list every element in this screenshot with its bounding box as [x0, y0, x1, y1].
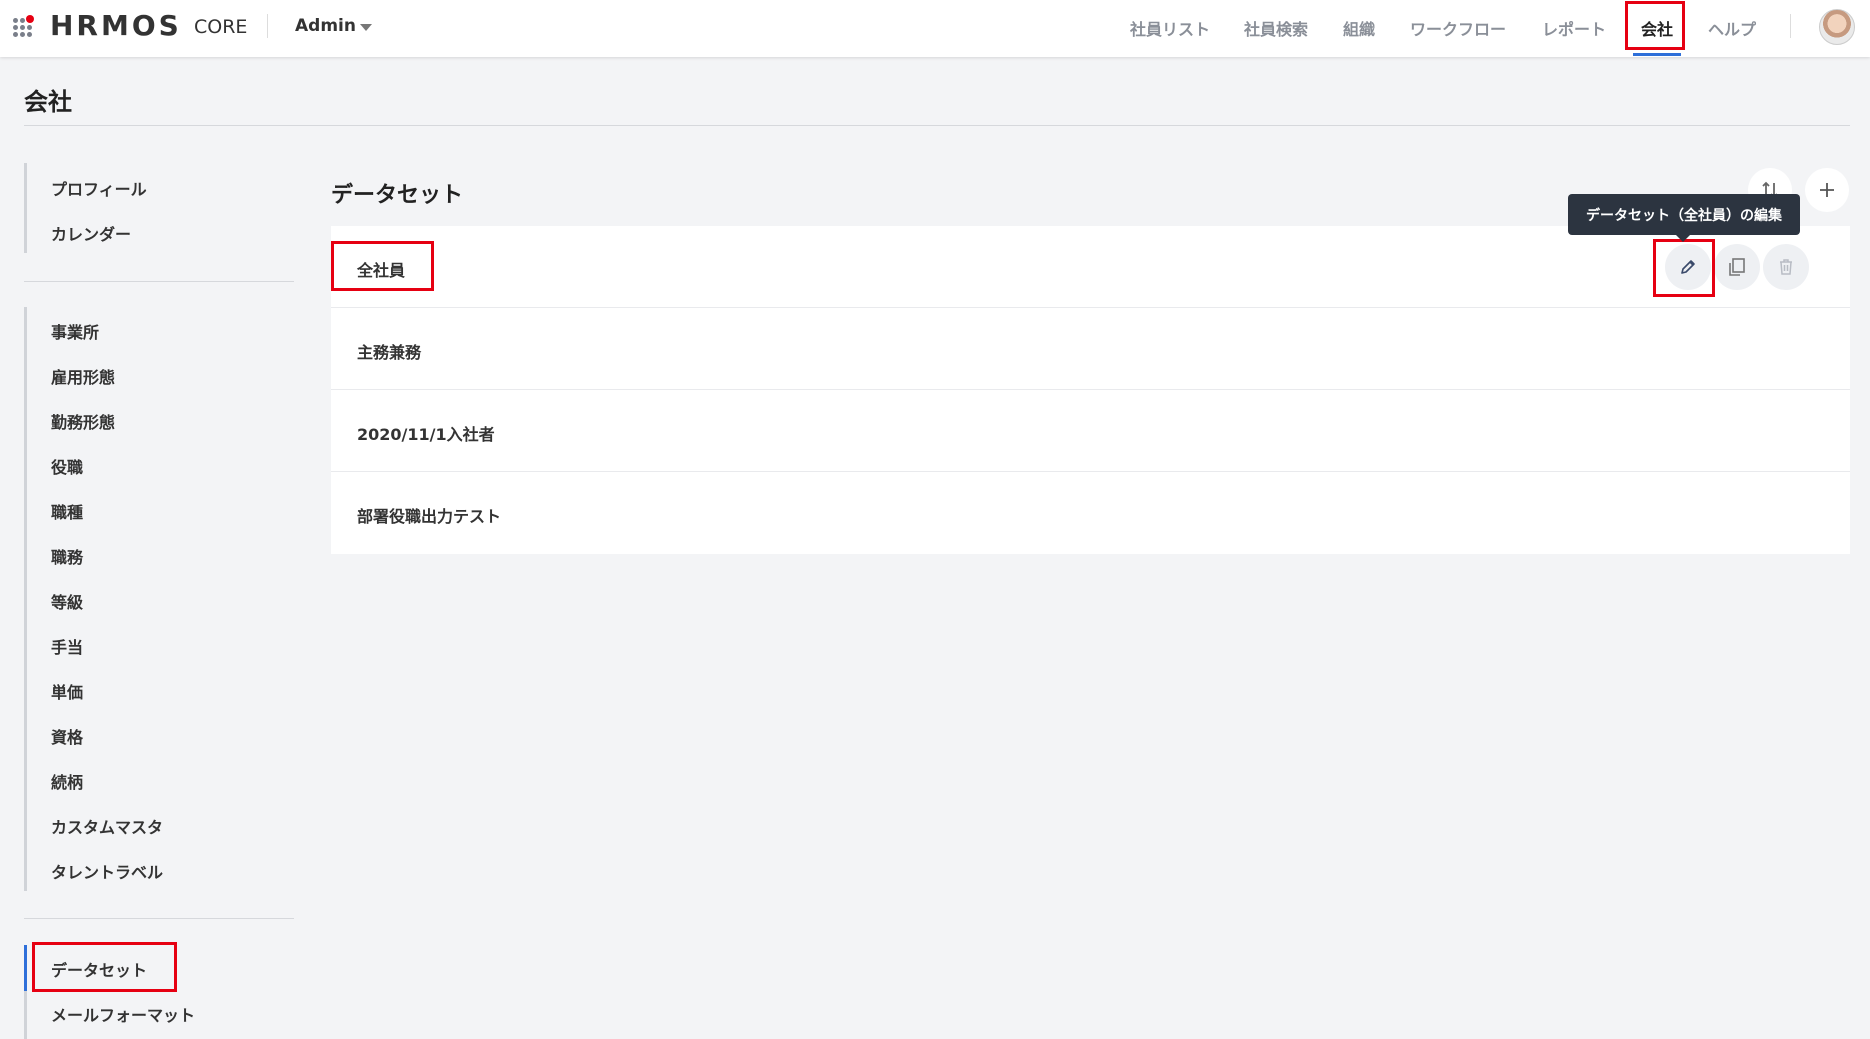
- plus-icon: [1820, 183, 1834, 197]
- header-divider: [267, 14, 268, 38]
- highlight-box: [1625, 1, 1685, 50]
- user-avatar[interactable]: [1819, 9, 1855, 45]
- add-dataset-button[interactable]: [1805, 168, 1849, 212]
- dataset-name: 部署役職出力テスト: [357, 507, 502, 526]
- sidebar-item-unit-price[interactable]: 単価: [51, 679, 83, 703]
- title-divider: [24, 125, 1850, 126]
- list-item[interactable]: 2020/11/1入社者: [331, 390, 1850, 472]
- nav-report[interactable]: レポート: [1542, 16, 1606, 40]
- nav-organization[interactable]: 組織: [1343, 16, 1375, 40]
- sidebar-item-relationship[interactable]: 続柄: [51, 769, 83, 793]
- dataset-list: 全社員 主務兼務 2020/11/1入社者 部署役職出力テスト: [331, 226, 1850, 554]
- list-item[interactable]: 全社員: [331, 226, 1850, 308]
- active-nav-indicator: [1633, 53, 1681, 56]
- sidebar-item-talent-label[interactable]: タレントラベル: [51, 859, 163, 883]
- hrmos-logo[interactable]: HRMOS: [50, 9, 182, 42]
- chevron-down-icon[interactable]: [360, 24, 372, 31]
- edit-tooltip: データセット（全社員）の編集: [1568, 194, 1800, 235]
- sidebar-item-duty[interactable]: 職務: [51, 544, 83, 568]
- sidebar-divider: [24, 918, 294, 919]
- sidebar-active-indicator: [24, 945, 27, 991]
- sidebar-item-qualification[interactable]: 資格: [51, 724, 83, 748]
- highlight-box: [32, 942, 177, 992]
- copy-icon: [1729, 258, 1745, 276]
- sidebar-item-job-type[interactable]: 職種: [51, 499, 83, 523]
- list-item[interactable]: 部署役職出力テスト: [331, 472, 1850, 554]
- nav-employee-list[interactable]: 社員リスト: [1130, 16, 1210, 40]
- sidebar-group-bar: [24, 307, 27, 891]
- sidebar-item-allowance[interactable]: 手当: [51, 634, 83, 658]
- sidebar-item-employment-type[interactable]: 雇用形態: [51, 364, 115, 388]
- sidebar-group-bar: [24, 163, 27, 253]
- trash-icon: [1780, 259, 1792, 275]
- sidebar-group-bar: [24, 991, 27, 1039]
- account-switcher[interactable]: Admin: [295, 16, 356, 36]
- sidebar-item-grade[interactable]: 等級: [51, 589, 83, 613]
- dataset-name: 主務兼務: [357, 343, 422, 362]
- nav-help[interactable]: ヘルプ: [1708, 16, 1756, 40]
- nav-employee-search[interactable]: 社員検索: [1244, 16, 1308, 40]
- header-divider: [1790, 14, 1791, 38]
- copy-button[interactable]: [1714, 244, 1760, 290]
- sidebar-divider: [24, 281, 294, 282]
- highlight-box: [331, 241, 434, 291]
- sidebar-item-work-style[interactable]: 勤務形態: [51, 409, 115, 433]
- list-item[interactable]: 主務兼務: [331, 308, 1850, 390]
- sidebar-item-calendar[interactable]: カレンダー: [51, 221, 131, 245]
- delete-button[interactable]: [1763, 244, 1809, 290]
- top-header: HRMOS CORE Admin 社員リスト 社員検索 組織 ワークフロー レポ…: [0, 0, 1870, 57]
- sidebar-item-office[interactable]: 事業所: [51, 319, 99, 343]
- section-title: データセット: [331, 183, 464, 208]
- tooltip-arrow: [1676, 235, 1690, 242]
- sidebar-item-custom-master[interactable]: カスタムマスタ: [51, 814, 163, 838]
- dataset-name: 2020/11/1入社者: [357, 425, 495, 444]
- sidebar-item-mail-format[interactable]: メールフォーマット: [51, 1002, 195, 1026]
- nav-workflow[interactable]: ワークフロー: [1410, 16, 1506, 40]
- app-switcher-icon[interactable]: [13, 15, 37, 37]
- highlight-box: [1653, 239, 1715, 297]
- sidebar-item-position[interactable]: 役職: [51, 454, 83, 478]
- product-name: CORE: [194, 16, 248, 38]
- page-title: 会社: [24, 88, 72, 116]
- sidebar-item-profile[interactable]: プロフィール: [51, 176, 147, 200]
